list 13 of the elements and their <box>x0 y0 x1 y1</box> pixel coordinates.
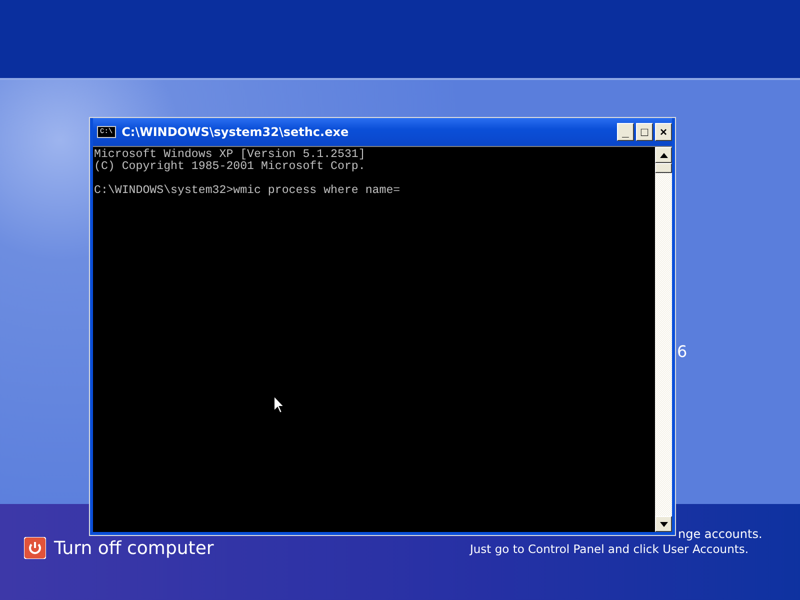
maximize-button[interactable]: □ <box>636 123 653 141</box>
console-text: Microsoft Windows XP [Version 5.1.2531] (C) Copyright 1985-2001 Microsoft Corp. C:\WINDOWS\system32>wmic process where name= <box>94 149 400 197</box>
turn-off-button[interactable]: Turn off computer <box>24 537 214 559</box>
mouse-pointer-icon <box>273 395 285 415</box>
close-button[interactable]: × <box>655 123 672 141</box>
help-text: nge accounts. <box>678 527 762 542</box>
scroll-thumb[interactable] <box>655 163 672 173</box>
power-icon <box>24 537 46 559</box>
scrollbar[interactable] <box>655 147 672 532</box>
window-title: C:\WINDOWS\system32\sethc.exe <box>122 125 350 139</box>
partial-text: 6 <box>677 342 688 361</box>
help-text: Just go to Control Panel and click User Accounts. <box>470 542 749 557</box>
minimize-button[interactable]: _ <box>617 123 634 141</box>
